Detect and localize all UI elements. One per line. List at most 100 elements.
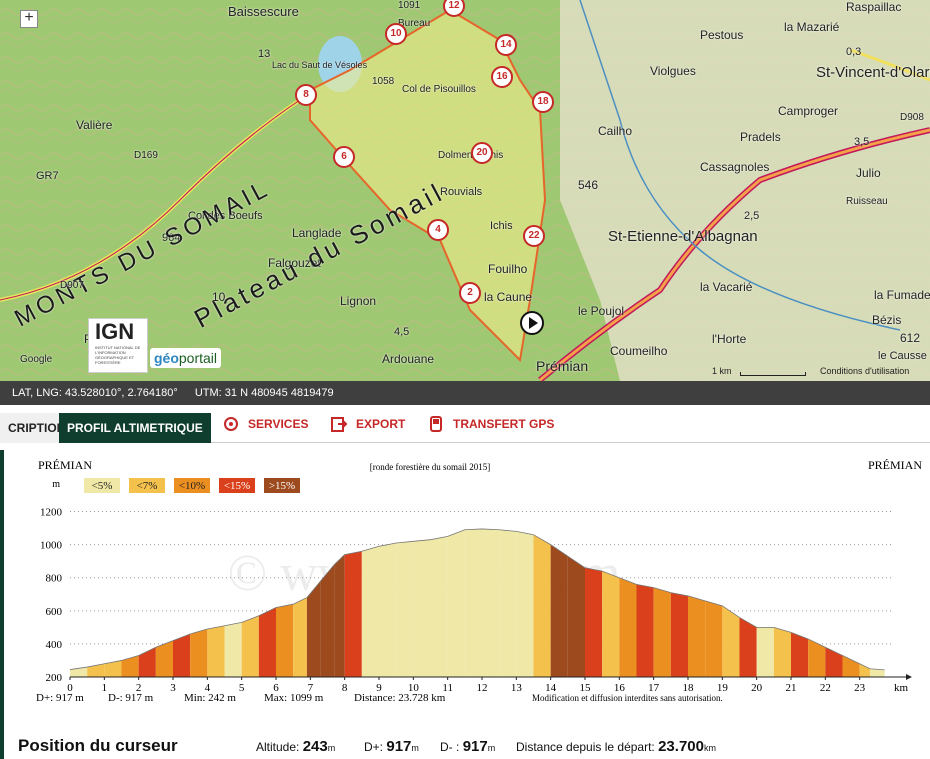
map-label: Coumeilho <box>610 344 668 358</box>
map-label: GR7 <box>36 170 59 182</box>
profile-segment <box>464 528 482 677</box>
map-label: Violgues <box>650 64 696 78</box>
stat-distance: Distance: 23.728 km <box>354 692 446 704</box>
map-label: Cassagnoles <box>700 160 770 174</box>
map-label: 612 <box>900 331 921 345</box>
waypoint-marker[interactable]: 2 <box>459 282 481 304</box>
scale-label: 1 km <box>712 366 732 376</box>
map-label: Baissescure <box>228 4 299 19</box>
map-label: 1091 <box>398 0 421 11</box>
start-play-icon[interactable] <box>520 311 544 335</box>
transfert-gps-button[interactable]: TRANSFERT GPS <box>427 415 554 433</box>
map-label: la Fumade <box>874 288 930 302</box>
x-tick-label: 21 <box>786 682 797 694</box>
utm-readout: UTM: 31 N 480945 4819479 <box>194 387 334 399</box>
map-label: Camproger <box>778 104 839 118</box>
cursor-distance: Distance depuis le départ: 23.700km <box>516 738 716 755</box>
waypoint-marker[interactable]: 8 <box>295 84 317 106</box>
map-label: Fouilho <box>488 262 528 276</box>
map-label: 546 <box>578 178 599 192</box>
profile-segment <box>334 554 345 677</box>
y-axis-unit: m <box>52 479 60 490</box>
waypoint-marker[interactable]: 6 <box>333 146 355 168</box>
x-tick-label: 23 <box>854 682 866 694</box>
y-tick-label: 1000 <box>40 540 63 552</box>
topographic-map[interactable]: Baissescure Lac du Saut de Vésoles 1091 Bur… <box>0 0 930 381</box>
map-label: Raspaillac <box>846 0 902 14</box>
profile-segment <box>773 627 791 677</box>
elevation-profile-panel: PRÉMIAN PRÉMIAN [ronde forestière du som… <box>0 450 930 730</box>
gps-device-icon <box>430 416 442 432</box>
legend-label: <7% <box>137 480 158 492</box>
profile-segment <box>499 529 517 677</box>
profile-segment <box>808 638 826 677</box>
profile-segment <box>670 592 688 677</box>
waypoint-marker[interactable]: 4 <box>427 219 449 241</box>
profile-segment <box>567 556 585 677</box>
x-tick-label: 12 <box>477 682 488 694</box>
legend-label: <10% <box>179 480 205 492</box>
y-tick-label: 800 <box>46 573 63 585</box>
x-axis-unit: km <box>894 682 909 694</box>
map-label: 3,5 <box>854 136 870 148</box>
services-button[interactable]: SERVICES <box>222 415 308 433</box>
profile-segment <box>430 536 448 677</box>
x-tick-label: 5 <box>239 682 245 694</box>
stat-dminus: D-: 917 m <box>108 692 154 704</box>
profile-segment <box>173 633 191 677</box>
profile-segment <box>533 534 551 677</box>
axes: 0 1 2 3 4 5 6 7 8 9 10 11 12 13 14 15 16 17 18 19 20 21 22 23 <box>67 674 912 694</box>
profile-segment <box>482 528 500 677</box>
profile-segment <box>258 607 276 677</box>
y-tick-label: 200 <box>46 672 63 684</box>
profile-title: [ronde forestière du somail 2015] <box>370 462 490 472</box>
profile-segment <box>241 615 259 677</box>
x-tick-label: 8 <box>342 682 348 694</box>
profile-segment <box>293 597 307 677</box>
cursor-dminus: D- : 917m <box>440 738 496 755</box>
profile-segment <box>688 595 706 677</box>
map-label: Bézis <box>872 313 902 327</box>
map-label: le Poujol <box>578 304 625 318</box>
export-button[interactable]: EXPORT <box>330 415 405 433</box>
tab-bar: CRIPTION PROFIL ALTIMETRIQUE SERVICES EX… <box>0 405 930 443</box>
waypoint-marker[interactable]: 18 <box>532 91 554 113</box>
map-label: Prémian <box>536 358 589 374</box>
waypoint-marker[interactable]: 16 <box>491 66 513 88</box>
legend-label: >15% <box>269 480 295 492</box>
profile-segment <box>722 605 740 677</box>
services-icon <box>224 417 238 431</box>
profile-segment <box>705 600 723 677</box>
cursor-title: Position du curseur <box>18 736 178 755</box>
stat-dplus: D+: 917 m <box>36 692 84 704</box>
conditions-link[interactable]: Conditions d'utilisation <box>820 366 909 376</box>
profile-segment <box>361 546 379 677</box>
map-label: 1058 <box>372 76 395 87</box>
profile-segment <box>121 655 139 677</box>
elevation-profile-chart[interactable]: PRÉMIAN PRÉMIAN [ronde forestière du som… <box>4 450 930 730</box>
profile-stats: D+: 917 m D-: 917 m Min: 242 m Max: 1099… <box>36 692 723 704</box>
waypoint-marker[interactable]: 10 <box>385 23 407 45</box>
map-label: Julio <box>856 166 881 180</box>
map-label: Ruisseau <box>846 196 888 207</box>
stat-min: Min: 242 m <box>184 692 236 704</box>
profile-start-label: PRÉMIAN <box>38 458 92 472</box>
x-tick-label: 22 <box>820 682 831 694</box>
tab-profil-altimetrique[interactable]: PROFIL ALTIMETRIQUE <box>59 413 211 443</box>
zoom-in-button[interactable]: + <box>20 10 38 28</box>
map-label: St-Vincent-d'Olargues <box>816 64 930 81</box>
waypoint-marker[interactable]: 20 <box>471 142 493 164</box>
waypoint-marker[interactable]: 14 <box>495 34 517 56</box>
scale-bar <box>740 372 806 376</box>
map-label: 4,5 <box>394 326 410 338</box>
map-label: 13 <box>258 48 271 60</box>
map-label: D908 <box>900 112 924 123</box>
waypoint-marker[interactable]: 22 <box>523 225 545 247</box>
y-tick-label: 400 <box>46 639 63 651</box>
map-label: 10 <box>212 290 226 304</box>
map-label: Col de Pisouillos <box>402 84 476 95</box>
coordinate-bar: LAT, LNG: 43.528010°, 2.764180° UTM: 31 … <box>0 381 930 405</box>
map-label: le Causse <box>878 350 927 362</box>
map-label: Cailho <box>598 124 633 138</box>
x-axis-arrow <box>906 674 912 680</box>
